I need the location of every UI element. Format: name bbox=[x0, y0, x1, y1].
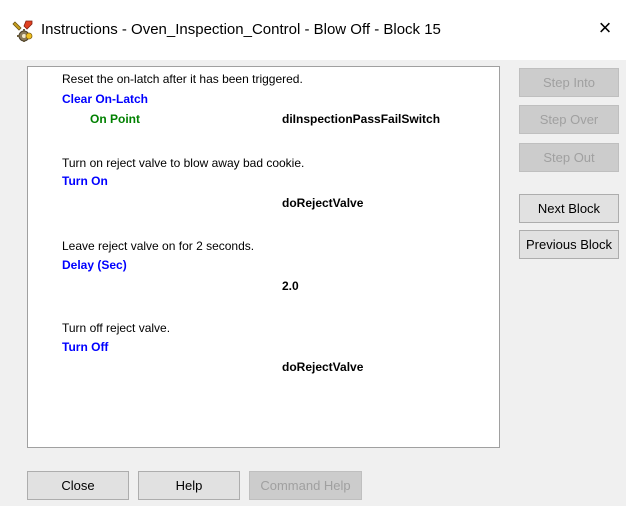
instructions-dialog: Instructions - Oven_Inspection_Control -… bbox=[0, 0, 626, 506]
instruction-command[interactable]: Turn On bbox=[62, 174, 108, 188]
instruction-param-value: doRejectValve bbox=[282, 196, 364, 210]
step-out-button[interactable]: Step Out bbox=[519, 143, 619, 172]
close-button[interactable]: Close bbox=[27, 471, 129, 500]
instruction-command[interactable]: Turn Off bbox=[62, 340, 108, 354]
window-title: Instructions - Oven_Inspection_Control -… bbox=[41, 21, 441, 38]
instruction-description: Turn on reject valve to blow away bad co… bbox=[62, 156, 305, 170]
gear-wrench-icon bbox=[12, 20, 34, 43]
instruction-param-name: On Point bbox=[90, 112, 140, 126]
instruction-param-value: doRejectValve bbox=[282, 360, 364, 374]
instruction-command[interactable]: Delay (Sec) bbox=[62, 258, 127, 272]
instruction-description: Reset the on-latch after it has been tri… bbox=[62, 72, 303, 86]
close-icon[interactable]: × bbox=[594, 16, 616, 40]
step-over-button[interactable]: Step Over bbox=[519, 105, 619, 134]
next-block-button[interactable]: Next Block bbox=[519, 194, 619, 223]
step-into-button[interactable]: Step Into bbox=[519, 68, 619, 97]
title-bar[interactable]: Instructions - Oven_Inspection_Control -… bbox=[0, 0, 626, 60]
instruction-command[interactable]: Clear On-Latch bbox=[62, 92, 148, 106]
previous-block-button[interactable]: Previous Block bbox=[519, 230, 619, 259]
command-help-button[interactable]: Command Help bbox=[249, 471, 362, 500]
instruction-param-value: 2.0 bbox=[282, 279, 299, 293]
instruction-param-value: diInspectionPassFailSwitch bbox=[282, 112, 441, 126]
instructions-list[interactable]: Reset the on-latch after it has been tri… bbox=[27, 66, 500, 448]
instruction-description: Turn off reject valve. bbox=[62, 321, 171, 335]
help-button[interactable]: Help bbox=[138, 471, 240, 500]
instruction-description: Leave reject valve on for 2 seconds. bbox=[62, 239, 255, 253]
